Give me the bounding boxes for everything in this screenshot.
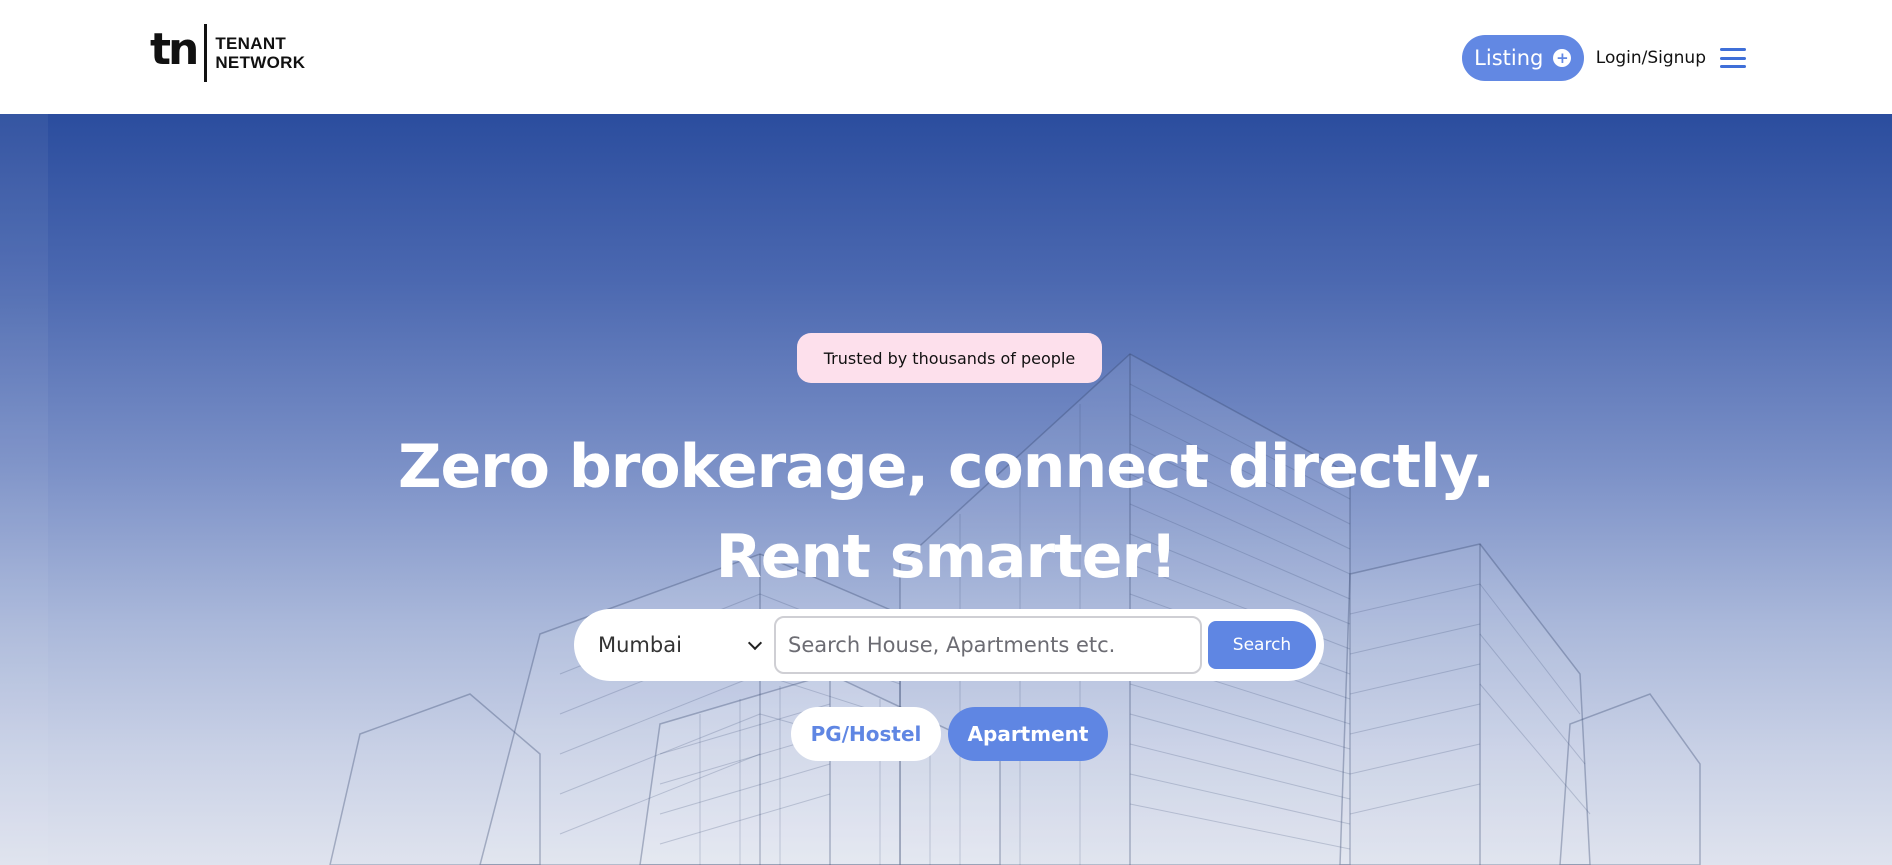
- search-button[interactable]: Search: [1208, 621, 1316, 669]
- logo[interactable]: tn TENANT NETWORK: [150, 24, 305, 82]
- hero-headline-line2: Rent smarter!: [715, 522, 1178, 592]
- listing-button[interactable]: Listing +: [1461, 35, 1584, 81]
- hero-headline-line1: Zero brokerage, connect directly.: [397, 432, 1495, 502]
- logo-mark: tn: [150, 24, 199, 75]
- site-header: tn TENANT NETWORK Listing + Login/Signup: [0, 0, 1892, 114]
- chip-pg-hostel[interactable]: PG/Hostel: [791, 707, 941, 761]
- city-select-value: Mumbai: [598, 633, 682, 657]
- logo-text: TENANT NETWORK: [215, 34, 305, 72]
- hero-section: Trusted by thousands of people Zero brok…: [0, 114, 1892, 865]
- city-select[interactable]: Mumbai: [598, 620, 764, 670]
- hero-headline: Zero brokerage, connect directly. Rent s…: [0, 422, 1892, 602]
- chevron-down-icon: [747, 635, 763, 650]
- plus-circle-icon: +: [1553, 49, 1572, 67]
- trust-badge: Trusted by thousands of people: [797, 333, 1102, 383]
- logo-text-line1: TENANT: [215, 34, 287, 53]
- header-nav: Listing + Login/Signup: [1461, 35, 1746, 81]
- hamburger-menu-icon[interactable]: [1720, 48, 1746, 68]
- logo-divider: [204, 24, 208, 82]
- login-signup-link[interactable]: Login/Signup: [1596, 48, 1706, 68]
- listing-button-label: Listing: [1474, 46, 1544, 70]
- logo-text-line2: NETWORK: [215, 53, 306, 72]
- search-bar: Mumbai Search: [574, 609, 1324, 681]
- search-input[interactable]: [774, 616, 1202, 674]
- chip-apartment[interactable]: Apartment: [948, 707, 1108, 761]
